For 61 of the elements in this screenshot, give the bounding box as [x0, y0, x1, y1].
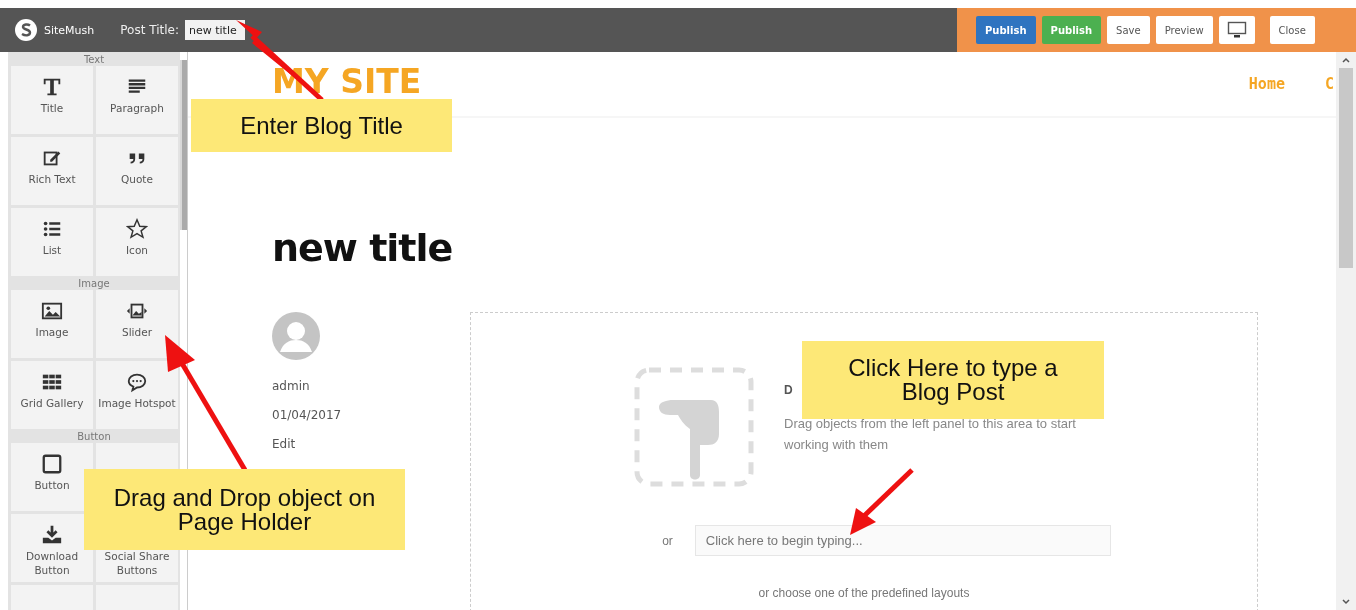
layouts-link[interactable]: or choose one of the predefined layouts	[758, 586, 970, 600]
widget-tile[interactable]: Title	[11, 66, 93, 134]
widget-tile[interactable]: Image Hotspot	[96, 361, 178, 429]
section-header: Text	[82, 53, 106, 66]
tile-label: Image	[35, 325, 69, 339]
monitor-icon	[1226, 21, 1247, 39]
post-title-label: Post Title:	[120, 23, 179, 37]
tile-label: Quote	[121, 172, 153, 186]
widget-tile[interactable]: Image	[11, 290, 93, 358]
star-icon	[126, 218, 148, 240]
tile-label: Social Share Buttons	[103, 549, 171, 577]
post-title: new title	[272, 226, 454, 270]
widget-tile[interactable]: Grid Gallery	[11, 361, 93, 429]
drop-zone-heading: D	[784, 383, 793, 397]
section-header: Button	[76, 430, 112, 443]
hint-tooltip: Click Here to type a Blog Post	[802, 341, 1104, 419]
widget-tile[interactable]: Download Button	[11, 514, 93, 582]
hint-tooltip: Drag and Drop object on Page Holder	[84, 469, 405, 550]
device-preview-button[interactable]	[1218, 16, 1255, 44]
tile-label: Rich Text	[28, 172, 76, 186]
widget-tile[interactable]: Slider	[96, 290, 178, 358]
edit-link[interactable]: Edit	[272, 430, 296, 459]
logo-icon	[14, 18, 38, 42]
brand-name: SiteMush	[44, 23, 95, 37]
tile-label: Download Button	[24, 549, 80, 577]
toolbar-button[interactable]: Publish	[976, 16, 1036, 44]
download-icon	[41, 524, 63, 546]
text-input-field[interactable]: Click here to begin typing...	[694, 525, 1111, 556]
widget-tile[interactable]: Paragraph	[96, 66, 178, 134]
toolbar-button[interactable]: Preview	[1155, 16, 1213, 44]
pointing-hand-icon	[634, 367, 754, 487]
scroll-thumb[interactable]	[1339, 68, 1353, 268]
widget-tile[interactable]: Rich Text	[11, 137, 93, 205]
post-title-field[interactable]: new title	[185, 20, 245, 40]
chat-icon	[126, 371, 148, 393]
avatar-icon	[272, 312, 320, 360]
widget-tile[interactable]: Quote	[96, 137, 178, 205]
author-name: admin	[272, 378, 310, 395]
widget-tile[interactable]: Icon	[96, 208, 178, 276]
scrollbar[interactable]	[180, 60, 187, 230]
widget-tile[interactable]: Button	[11, 443, 93, 511]
tile-label: Image Hotspot	[98, 396, 176, 410]
tile-label: Slider	[122, 325, 152, 339]
arrow	[850, 468, 914, 535]
section-header: Image	[77, 277, 111, 290]
tile-label: Button	[34, 478, 70, 492]
widget-tile[interactable]: List	[11, 208, 93, 276]
hint-tooltip: Enter Blog Title	[191, 99, 452, 152]
tile-label: Title	[40, 101, 64, 115]
tile-label: Icon	[126, 243, 148, 257]
title-icon	[41, 76, 63, 98]
button-icon	[41, 453, 63, 475]
post-date: 01/04/2017	[272, 407, 342, 424]
or-label: or	[662, 533, 673, 548]
tile-label: List	[42, 243, 62, 257]
image-icon	[41, 300, 63, 322]
toolbar-button[interactable]: Save	[1107, 16, 1150, 44]
toolbar-button[interactable]: Close	[1269, 16, 1315, 44]
tile-label: Paragraph	[110, 101, 164, 115]
scrollbar[interactable]	[1336, 52, 1356, 610]
tile-label: Grid Gallery	[20, 396, 84, 410]
